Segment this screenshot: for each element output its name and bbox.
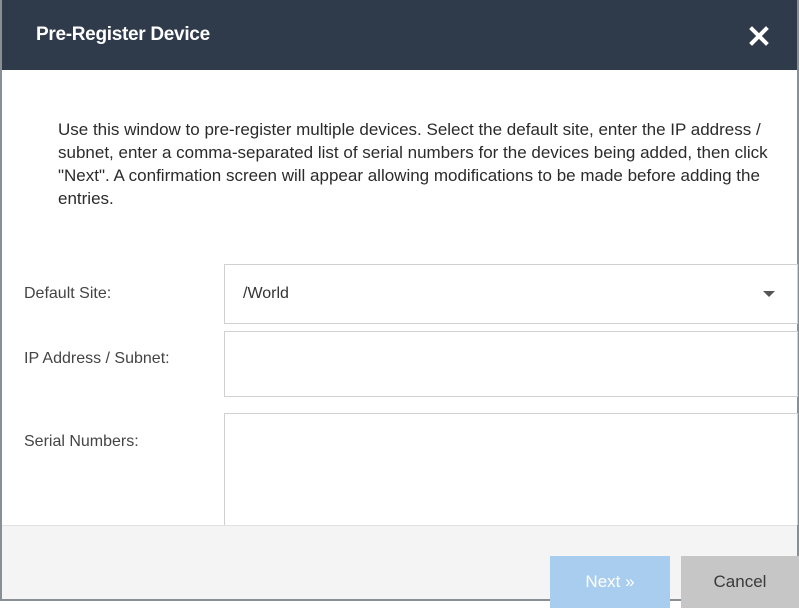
dialog-title: Pre-Register Device: [36, 24, 210, 45]
default-site-label: Default Site:: [24, 285, 112, 302]
ip-address-label: IP Address / Subnet:: [24, 350, 170, 367]
serial-numbers-label: Serial Numbers:: [24, 433, 139, 450]
default-site-select[interactable]: /World: [224, 264, 798, 324]
default-site-value: /World: [243, 285, 289, 302]
next-button[interactable]: Next »: [550, 556, 670, 608]
intro-text: Use this window to pre-register multiple…: [58, 120, 768, 208]
ip-address-input[interactable]: [224, 331, 798, 397]
pre-register-device-dialog: Pre-Register Device Use this window to p…: [0, 0, 799, 608]
dialog-titlebar: Pre-Register Device: [2, 0, 797, 70]
cancel-button[interactable]: Cancel: [681, 556, 799, 608]
serial-numbers-textarea[interactable]: [224, 413, 798, 525]
dialog-footer: Next » Cancel: [2, 525, 799, 608]
chevron-down-icon: [763, 291, 775, 297]
close-icon[interactable]: [749, 26, 769, 46]
